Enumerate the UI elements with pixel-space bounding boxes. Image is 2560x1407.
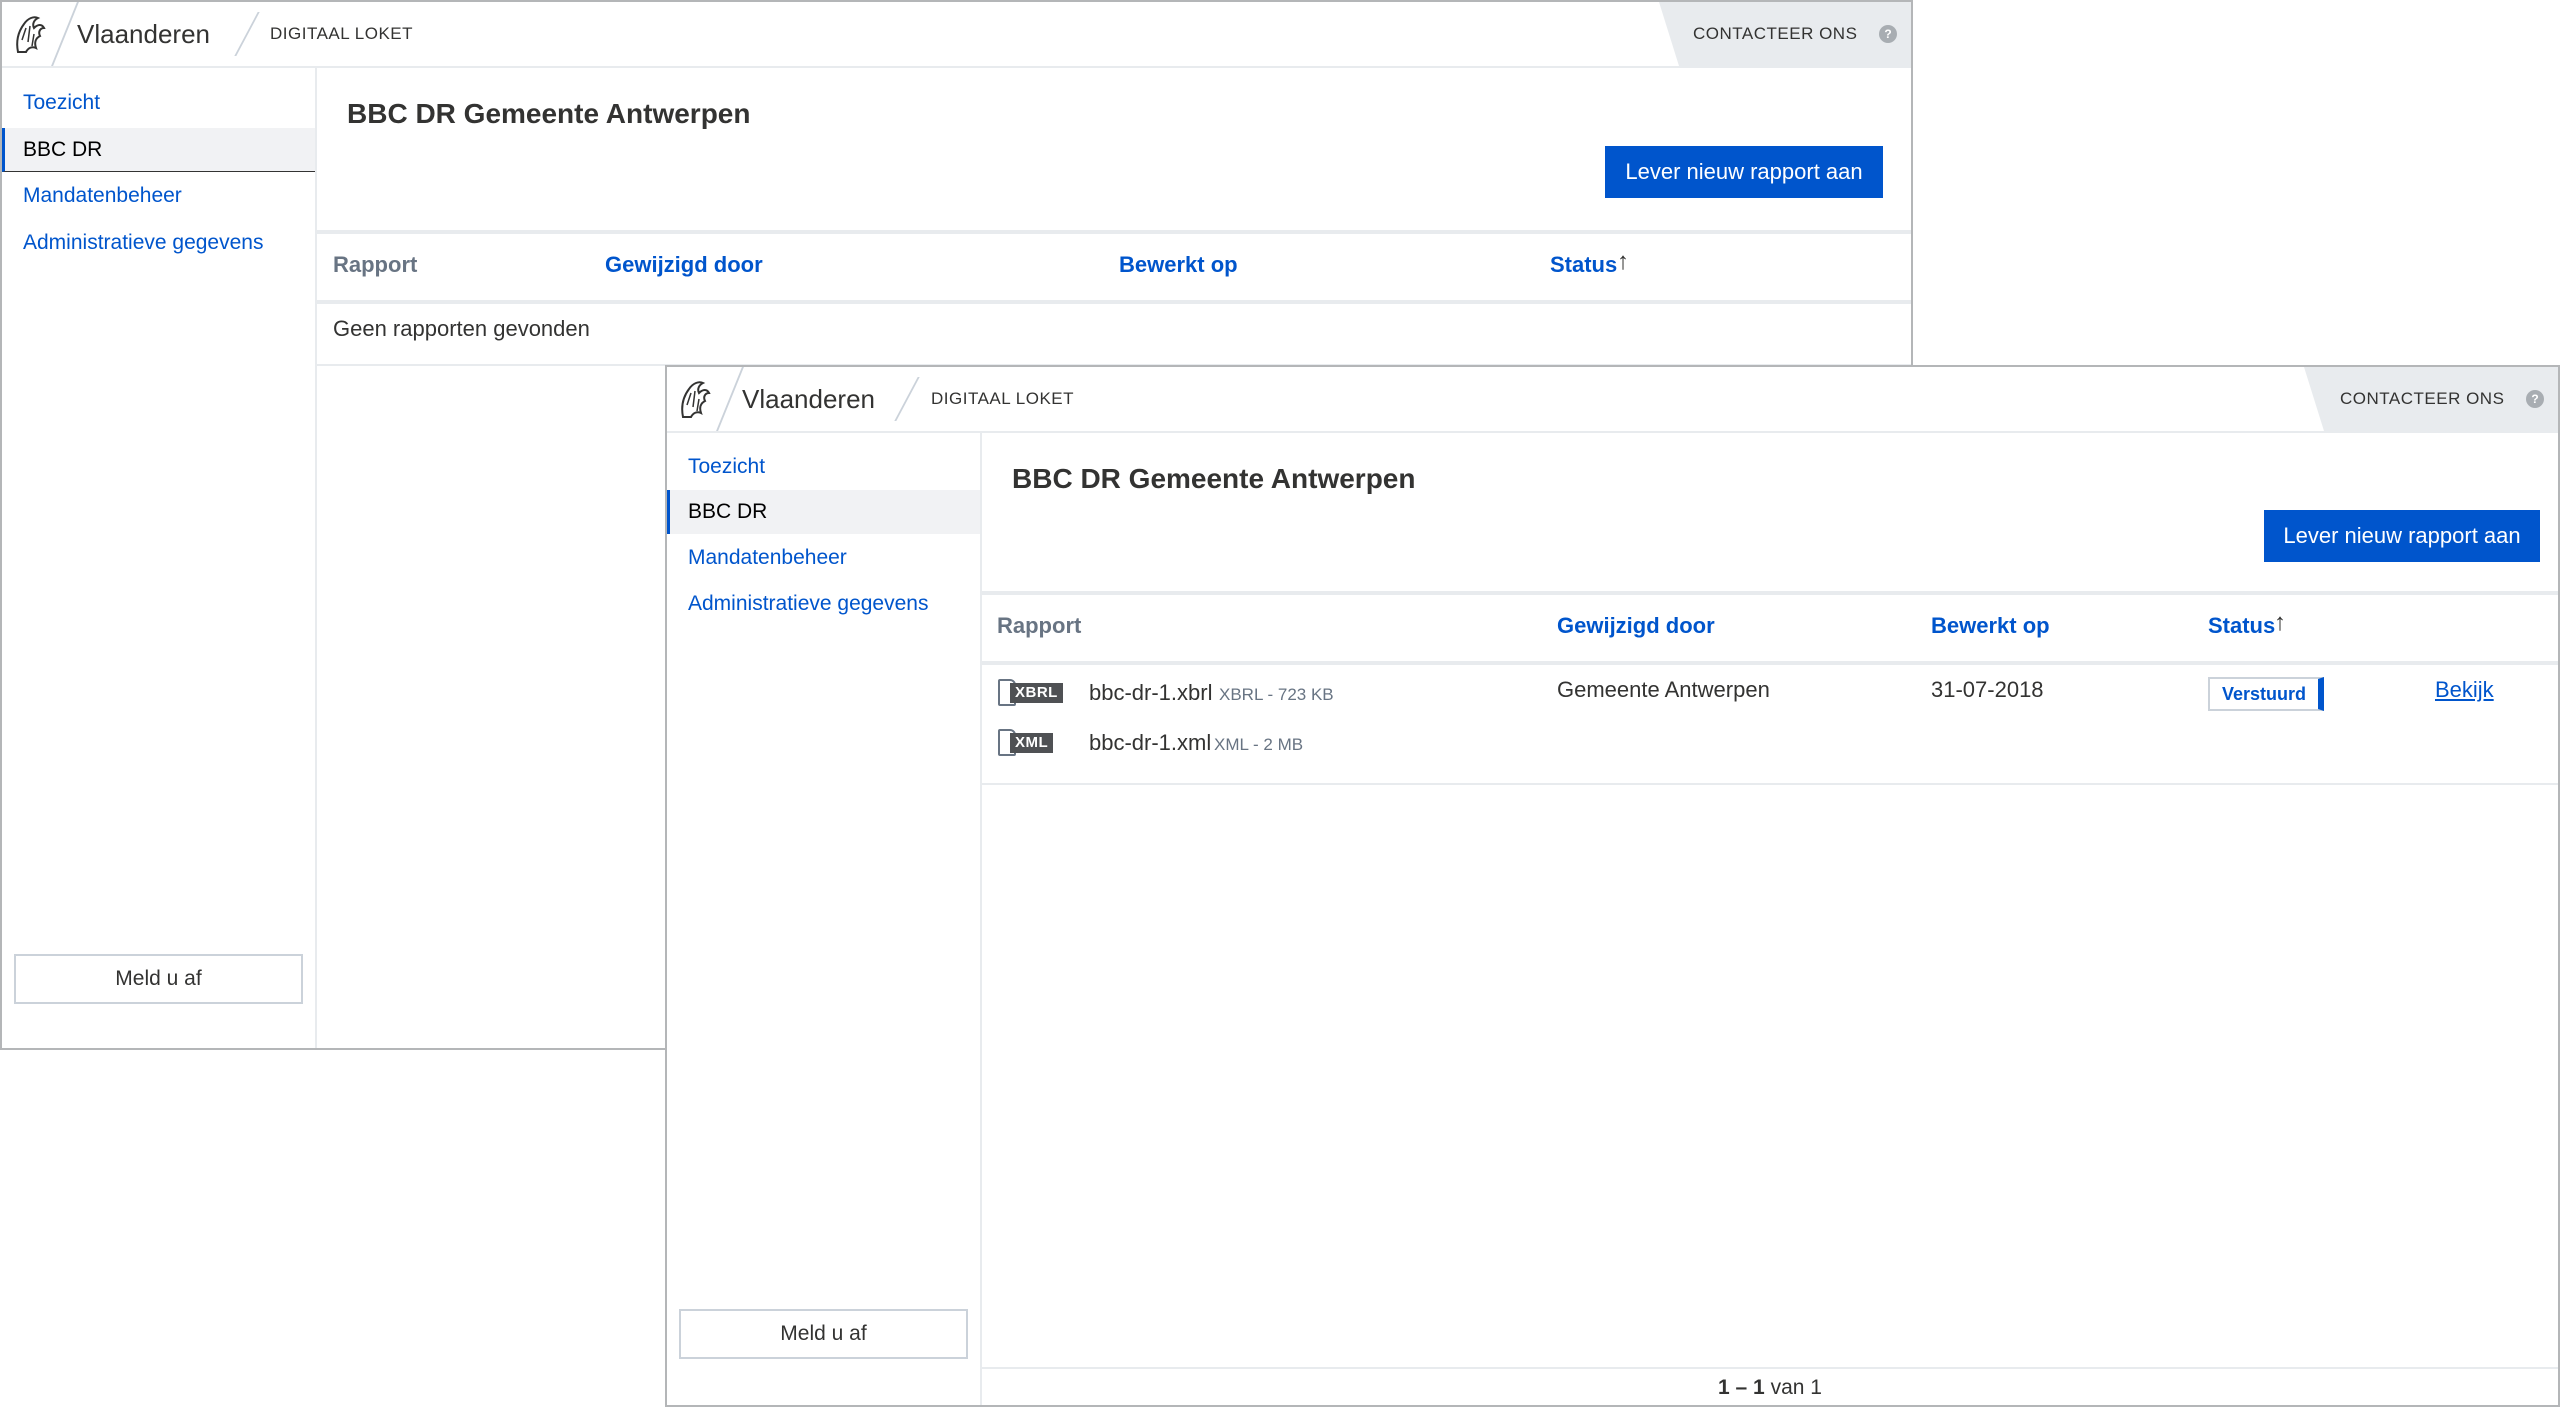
sidebar-item-label: BBC DR [688,500,768,523]
sidebar-item-label: Administratieve gegevens [23,231,264,254]
file-type-badge: XBRL [1010,683,1063,703]
sidebar-item-bbc-dr[interactable]: BBC DR [2,128,315,172]
column-rapport: Rapport [997,613,1082,638]
table-row: XBRL bbc-dr-1.xbrl XBRL - 723 KB XML bbc… [982,657,2558,785]
app-subtitle[interactable]: DIGITAAL LOKET [931,389,1074,409]
logout-button[interactable]: Meld u af [14,954,303,1004]
logout-button[interactable]: Meld u af [679,1309,968,1359]
column-status[interactable]: Status [2208,613,2275,639]
sort-ascending-icon[interactable]: ↑ [1617,248,1629,276]
file-meta: XBRL - 723 KB [1219,685,1334,704]
sidebar: Toezicht BBC DR Mandatenbeheer Administr… [667,433,982,1405]
empty-table-row: Geen rapporten gevonden [317,296,1911,366]
modified-by: Gemeente Antwerpen [1557,677,1770,702]
view-link[interactable]: Bekijk [2435,677,2494,703]
question-mark-icon: ? [2526,390,2544,408]
file-meta: XML - 2 MB [1214,735,1304,754]
edited-on: 31-07-2018 [1931,677,2044,702]
sidebar-item-label: Mandatenbeheer [688,546,847,569]
deliver-report-button[interactable]: Lever nieuw rapport aan [2264,510,2540,562]
empty-message: Geen rapporten gevonden [333,316,590,341]
main-content: BBC DR Gemeente Antwerpen Lever nieuw ra… [982,433,2558,1405]
question-mark-icon: ? [1879,25,1897,43]
status-badge: Verstuurd [2208,677,2325,711]
sidebar-item-toezicht[interactable]: Toezicht [667,445,980,489]
column-rapport: Rapport [333,252,418,277]
contact-button[interactable]: CONTACTEER ONS ? [2304,367,2558,431]
file-name[interactable]: bbc-dr-1.xbrl [1089,680,1212,706]
page-title: BBC DR Gemeente Antwerpen [1012,463,1416,494]
subtitle-divider [894,377,920,421]
column-status[interactable]: Status [1550,252,1617,278]
flemish-lion-icon[interactable] [12,12,52,56]
sidebar-item-label: Administratieve gegevens [688,592,929,615]
file-name[interactable]: bbc-dr-1.xml [1089,730,1211,756]
table-header: Rapport Gewijzigd door Bewerkt op Status ↑ [317,230,1911,304]
table-header: Rapport Gewijzigd door Bewerkt op Status… [982,591,2558,665]
contact-label: CONTACTEER ONS [1693,24,1858,43]
pagination: 1 – 1 van 1 [982,1376,2558,1400]
deliver-report-button[interactable]: Lever nieuw rapport aan [1605,146,1883,198]
file-type-badge: XML [1010,733,1054,753]
page-title: BBC DR Gemeente Antwerpen [347,98,751,129]
sidebar-item-label: BBC DR [23,138,103,161]
sidebar-item-label: Toezicht [23,91,101,114]
sidebar-item-administratieve-gegevens[interactable]: Administratieve gegevens [2,221,315,265]
contact-label: CONTACTEER ONS [2340,389,2505,408]
brand-name[interactable]: Vlaanderen [77,19,210,50]
pagination-bar: 1 – 1 van 1 [982,1367,2558,1405]
global-header: Vlaanderen DIGITAAL LOKET CONTACTEER ONS… [2,2,1911,68]
sidebar-item-label: Toezicht [688,455,766,478]
pagination-total: van 1 [1770,1376,1822,1399]
brand-name[interactable]: Vlaanderen [742,384,875,415]
column-gewijzigd-door[interactable]: Gewijzigd door [605,252,763,278]
sidebar-item-administratieve-gegevens[interactable]: Administratieve gegevens [667,582,980,626]
logo-divider [51,2,79,66]
sidebar-item-bbc-dr[interactable]: BBC DR [667,490,980,534]
front-window: Vlaanderen DIGITAAL LOKET CONTACTEER ONS… [665,365,2560,1407]
sidebar-item-mandatenbeheer[interactable]: Mandatenbeheer [2,174,315,218]
flemish-lion-icon[interactable] [677,377,717,421]
sidebar-item-label: Mandatenbeheer [23,184,182,207]
contact-button[interactable]: CONTACTEER ONS ? [1659,2,1911,66]
column-bewerkt-op[interactable]: Bewerkt op [1119,252,1238,278]
subtitle-divider [234,12,260,56]
logo-divider [716,367,744,431]
sidebar-item-mandatenbeheer[interactable]: Mandatenbeheer [667,536,980,580]
column-bewerkt-op[interactable]: Bewerkt op [1931,613,2050,639]
column-gewijzigd-door[interactable]: Gewijzigd door [1557,613,1715,639]
sidebar: Toezicht BBC DR Mandatenbeheer Administrati… [2,68,317,1048]
global-header: Vlaanderen DIGITAAL LOKET CONTACTEER ONS… [667,367,2558,433]
sidebar-item-toezicht[interactable]: Toezicht [2,81,315,125]
pagination-range: 1 – 1 [1718,1376,1765,1399]
app-subtitle[interactable]: DIGITAAL LOKET [270,24,413,44]
sort-ascending-icon[interactable]: ↑ [2274,609,2286,637]
